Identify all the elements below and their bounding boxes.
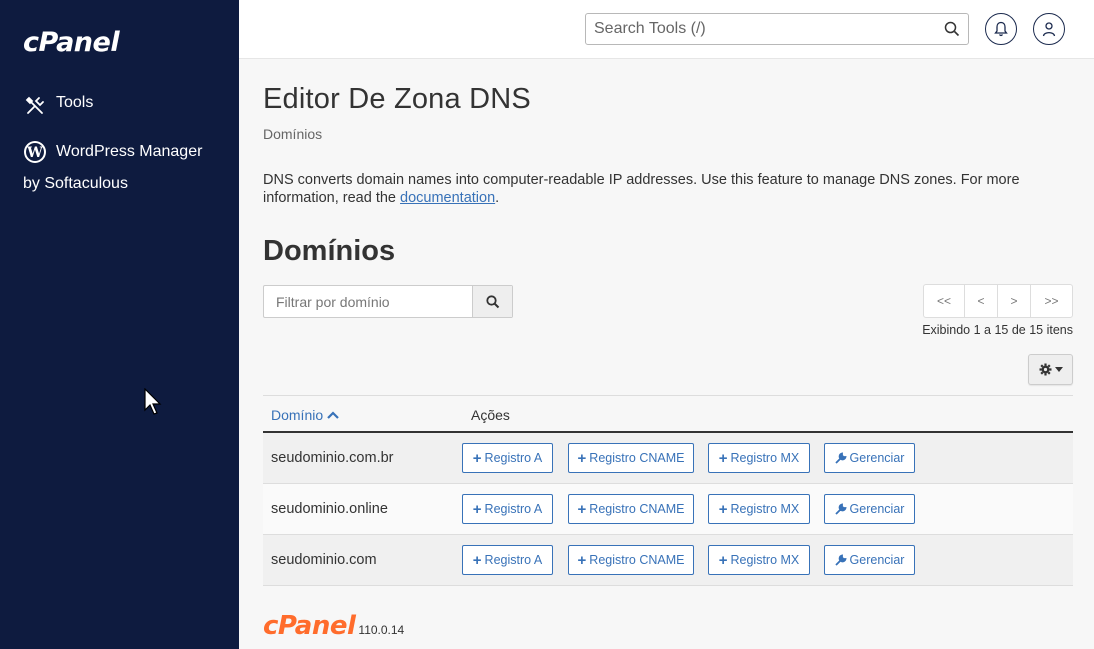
plus-icon: + — [472, 551, 482, 569]
table-row: seudominio.com + Registro A + Registro CNA… — [263, 535, 1073, 586]
table-settings-button[interactable] — [1028, 354, 1073, 385]
button-label: Registro A — [484, 553, 543, 567]
breadcrumb: Domínios — [263, 126, 323, 142]
button-label: Registro A — [484, 502, 543, 516]
manage-zone-button[interactable]: Gerenciar — [824, 545, 915, 575]
sort-ascending-icon — [327, 411, 339, 419]
footer-cpanel-logo: cPanel — [263, 611, 356, 641]
domain-filter — [263, 285, 513, 318]
domain-name: seudominio.com — [271, 552, 377, 568]
add-mx-record-button[interactable]: + Registro MX — [708, 545, 810, 575]
add-mx-record-button[interactable]: + Registro MX — [708, 443, 810, 473]
button-label: Registro CNAME — [589, 502, 685, 516]
button-label: Registro CNAME — [589, 451, 685, 465]
wrench-icon — [834, 503, 847, 515]
notifications-button[interactable] — [985, 13, 1017, 45]
description-end: . — [495, 190, 500, 206]
filter-search-button[interactable] — [472, 286, 512, 317]
sidebar-item-label: Tools — [56, 94, 94, 111]
sidebar-item-label-line2: by Softaculous — [23, 175, 128, 192]
pagination: << < > >> — [923, 284, 1073, 318]
domain-name: seudominio.online — [271, 501, 388, 517]
wrench-icon — [834, 554, 847, 566]
page-next-button[interactable]: > — [998, 285, 1031, 317]
add-cname-record-button[interactable]: + Registro CNAME — [568, 443, 694, 473]
page-title: Editor De Zona DNS — [263, 83, 531, 115]
wrench-icon — [834, 452, 847, 464]
description-text: DNS converts domain names into computer-… — [263, 172, 1020, 206]
plus-icon: + — [718, 551, 728, 569]
manage-zone-button[interactable]: Gerenciar — [824, 494, 915, 524]
button-label: Registro MX — [730, 451, 800, 465]
button-label: Registro MX — [730, 553, 800, 567]
button-label: Gerenciar — [849, 502, 905, 516]
search-tools-box — [585, 13, 969, 45]
mouse-cursor-icon — [144, 388, 162, 415]
table-row: seudominio.com.br + Registro A + Registro … — [263, 433, 1073, 484]
items-count: Exibindo 1 a 15 de 15 itens — [922, 323, 1073, 337]
plus-icon: + — [577, 449, 587, 467]
plus-icon: + — [718, 500, 728, 518]
documentation-link[interactable]: documentation — [400, 190, 495, 206]
add-cname-record-button[interactable]: + Registro CNAME — [568, 545, 694, 575]
domain-name: seudominio.com.br — [271, 450, 394, 466]
plus-icon: + — [577, 500, 587, 518]
page-prev-button[interactable]: < — [965, 285, 998, 317]
plus-icon: + — [472, 500, 482, 518]
gear-icon — [1039, 363, 1051, 376]
sidebar: cPanel Tools W WordPress Manager by Soft… — [0, 0, 239, 649]
svg-text:W: W — [26, 145, 43, 161]
search-icon[interactable] — [944, 21, 960, 42]
button-label: Gerenciar — [849, 553, 905, 567]
cpanel-logo[interactable]: cPanel — [23, 27, 120, 58]
plus-icon: + — [718, 449, 728, 467]
button-label: Gerenciar — [849, 451, 905, 465]
button-label: Registro A — [484, 451, 543, 465]
version-label: 110.0.14 — [358, 623, 405, 637]
add-a-record-button[interactable]: + Registro A — [462, 494, 553, 524]
sidebar-item-wordpress-manager[interactable]: W WordPress Manager by Softaculous — [23, 140, 203, 192]
user-icon — [1042, 22, 1056, 37]
sidebar-item-tools[interactable]: Tools — [23, 94, 93, 118]
search-tools-input[interactable] — [586, 14, 926, 44]
page-description: DNS converts domain names into computer-… — [263, 171, 1063, 207]
domain-filter-input[interactable] — [264, 286, 474, 317]
sort-domain-header[interactable]: Domínio — [271, 407, 339, 423]
caret-down-icon — [1054, 367, 1063, 372]
bell-icon — [994, 21, 1008, 37]
top-header — [239, 0, 1094, 59]
plus-icon: + — [577, 551, 587, 569]
section-title: Domínios — [263, 235, 396, 267]
wordpress-icon: W — [23, 140, 47, 164]
add-cname-record-button[interactable]: + Registro CNAME — [568, 494, 694, 524]
domains-table: Domínio Ações seudominio.com.br + Registr… — [263, 395, 1073, 586]
main-content: Editor De Zona DNS Domínios DNS converts… — [239, 59, 1094, 649]
column-actions-label: Ações — [471, 407, 510, 423]
table-header: Domínio Ações — [263, 395, 1073, 433]
button-label: Registro MX — [730, 502, 800, 516]
table-row: seudominio.online + Registro A + Registro … — [263, 484, 1073, 535]
user-menu-button[interactable] — [1033, 13, 1065, 45]
page-last-button[interactable]: >> — [1031, 285, 1072, 317]
add-a-record-button[interactable]: + Registro A — [462, 443, 553, 473]
button-label: Registro CNAME — [589, 553, 685, 567]
manage-zone-button[interactable]: Gerenciar — [824, 443, 915, 473]
tools-icon — [23, 94, 47, 118]
column-domain-label: Domínio — [271, 407, 324, 423]
cpanel-logo-text: cPanel — [23, 27, 120, 58]
search-icon — [485, 294, 499, 308]
plus-icon: + — [472, 449, 482, 467]
add-mx-record-button[interactable]: + Registro MX — [708, 494, 810, 524]
add-a-record-button[interactable]: + Registro A — [462, 545, 553, 575]
sidebar-item-label: WordPress Manager — [56, 143, 203, 160]
footer: cPanel 110.0.14 — [263, 613, 404, 639]
page-first-button[interactable]: << — [924, 285, 965, 317]
